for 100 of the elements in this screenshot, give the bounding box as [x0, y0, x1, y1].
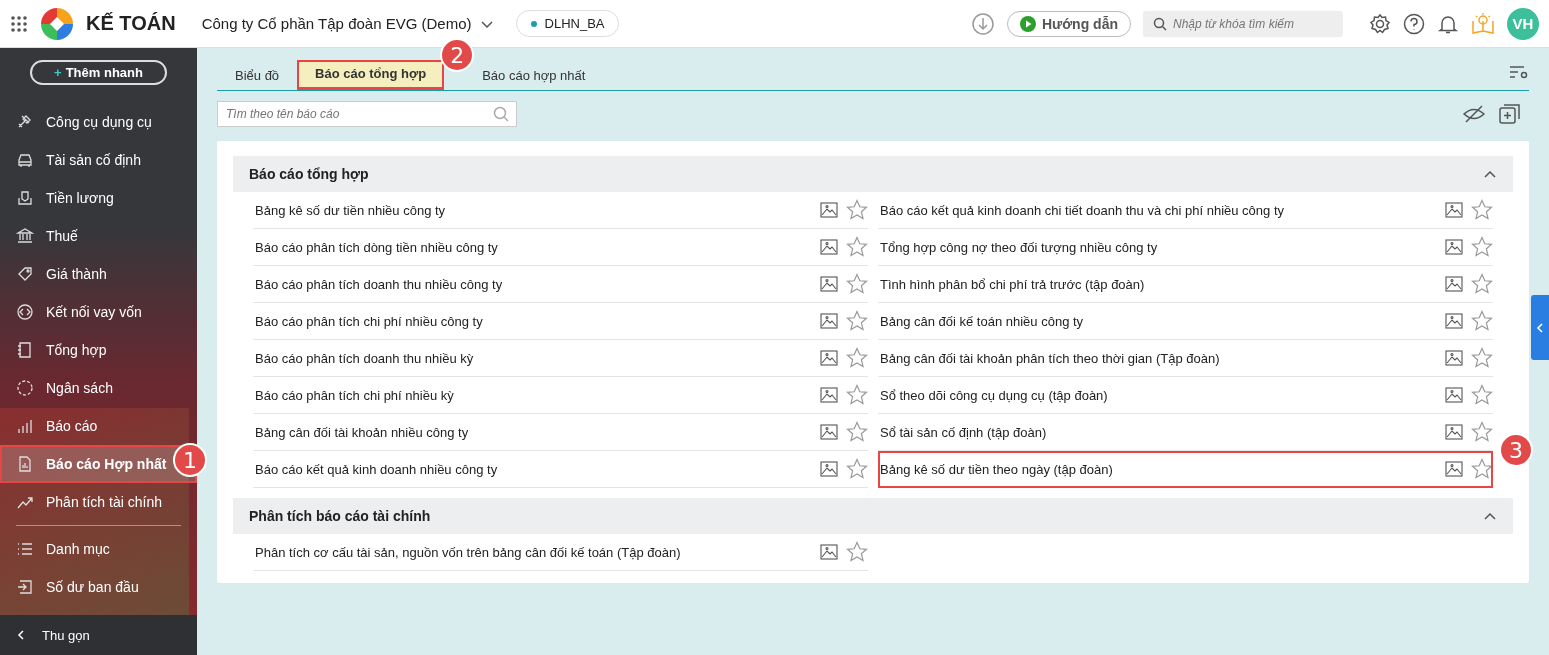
star-icon[interactable] [846, 310, 868, 332]
star-icon[interactable] [1471, 347, 1493, 369]
sidebar-item[interactable]: Công cụ dụng cụ [0, 103, 197, 141]
star-icon[interactable] [1471, 310, 1493, 332]
menu-icon [16, 379, 34, 397]
menu-icon [16, 151, 34, 169]
star-icon[interactable] [846, 236, 868, 258]
report-name[interactable]: Báo cáo phân tích chi phí nhiều kỳ [255, 387, 812, 403]
guide-button[interactable]: Hướng dẫn [1006, 10, 1131, 37]
report-name[interactable]: Sổ theo dõi công cụ dụng cụ (tập đoàn) [880, 387, 1437, 403]
menu-icon [16, 341, 34, 359]
star-icon[interactable] [1471, 458, 1493, 480]
app-grid-icon[interactable] [10, 14, 28, 33]
report-name[interactable]: Bảng kê số dư tiền theo ngày (tập đoàn) [880, 461, 1437, 477]
report-name[interactable]: Báo cáo phân tích doanh thu nhiều kỳ [255, 350, 812, 366]
report-name[interactable]: Tình hình phân bổ chi phí trả trước (tập đoàn) [880, 276, 1437, 292]
play-icon [1019, 15, 1036, 32]
sidebar-item[interactable]: Phân tích tài chính [0, 483, 197, 521]
image-icon[interactable] [1445, 424, 1463, 440]
report-name[interactable]: Báo cáo kết quả kinh doanh nhiều công ty [255, 461, 812, 477]
chevron-left-icon [16, 630, 26, 640]
add-copy-icon[interactable] [1499, 103, 1521, 125]
search-icon [493, 106, 509, 122]
sidebar-item[interactable]: Tiền lương [0, 179, 197, 217]
image-icon[interactable] [1445, 461, 1463, 477]
star-icon[interactable] [846, 273, 868, 295]
report-name[interactable]: Tổng hợp công nợ theo đối tượng nhiều công ty [880, 239, 1437, 255]
image-icon[interactable] [820, 313, 838, 329]
star-icon[interactable] [1471, 273, 1493, 295]
logo-icon [40, 6, 74, 41]
sidebar-item[interactable]: Tổng hợp [0, 331, 197, 369]
image-icon[interactable] [1445, 276, 1463, 292]
help-icon[interactable] [1403, 12, 1425, 35]
company-name[interactable]: Công ty Cổ phần Tập đoàn EVG (Demo) [201, 15, 472, 32]
image-icon[interactable] [1445, 202, 1463, 218]
quick-add-button[interactable]: + Thêm nhanh [30, 60, 167, 85]
star-icon[interactable] [1471, 236, 1493, 258]
star-icon[interactable] [1471, 384, 1493, 406]
report-name[interactable]: Báo cáo phân tích doanh thu nhiều công ty [255, 276, 812, 292]
sidebar-item[interactable]: Tài sản cố định [0, 141, 197, 179]
filter-settings-icon[interactable] [1509, 64, 1529, 80]
image-icon[interactable] [820, 239, 838, 255]
download-icon[interactable] [970, 11, 995, 36]
menu-icon [16, 455, 34, 473]
star-icon[interactable] [846, 458, 868, 480]
collapse-button[interactable]: Thu gọn [0, 615, 197, 655]
chevron-icon [1483, 511, 1497, 521]
report-name[interactable]: Phân tích cơ cấu tài sản, nguồn vốn trên bảng cân đối kế toán (Tập đoàn) [255, 544, 812, 560]
menu-icon [16, 578, 34, 596]
menu-icon [16, 540, 34, 558]
image-icon[interactable] [820, 544, 838, 560]
menu-icon [16, 265, 34, 283]
sidebar-item[interactable]: Danh mục [0, 530, 197, 568]
settings-icon[interactable] [1369, 12, 1391, 35]
tab[interactable]: Biểu đồ [217, 60, 298, 90]
star-icon[interactable] [846, 347, 868, 369]
menu-icon [16, 189, 34, 207]
star-icon[interactable] [846, 541, 868, 563]
menu-icon [16, 417, 34, 435]
star-icon[interactable] [846, 384, 868, 406]
image-icon[interactable] [1445, 350, 1463, 366]
tab[interactable]: Báo cáo tổng hợp [297, 60, 445, 90]
image-icon[interactable] [1445, 239, 1463, 255]
section-header[interactable]: Báo cáo tổng hợp [233, 156, 1513, 192]
report-name[interactable]: Báo cáo phân tích chi phí nhiều công ty [255, 313, 812, 329]
star-icon[interactable] [846, 421, 868, 443]
sidebar-item[interactable]: Báo cáo [0, 407, 197, 445]
sidebar-item[interactable]: Thuế [0, 217, 197, 255]
sidebar-item[interactable]: Số dư ban đầu [0, 568, 197, 606]
image-icon[interactable] [820, 424, 838, 440]
star-icon[interactable] [1471, 199, 1493, 221]
report-name[interactable]: Báo cáo kết quả kinh doanh chi tiết doanh thu và chi phí nhiều công ty [880, 202, 1437, 218]
search-icon [1153, 16, 1167, 31]
image-icon[interactable] [820, 202, 838, 218]
image-icon[interactable] [820, 276, 838, 292]
star-icon[interactable] [1471, 421, 1493, 443]
sidebar-item[interactable]: Kết nối vay vốn [0, 293, 197, 331]
report-name[interactable]: Báo cáo phân tích dòng tiền nhiều công ty [255, 239, 812, 255]
report-search-field[interactable]: Tìm theo tên báo cáo [217, 101, 517, 127]
search-field[interactable]: Nhập từ khóa tìm kiếm [1143, 10, 1343, 37]
app-name: KẾ TOÁN [86, 12, 176, 35]
image-icon[interactable] [820, 461, 838, 477]
report-name[interactable]: Sổ tài sản cố định (tập đoàn) [880, 424, 1437, 440]
report-name[interactable]: Bảng cân đối kế toán nhiều công ty [880, 313, 1437, 329]
image-icon[interactable] [1445, 313, 1463, 329]
callout-badge: 1 [173, 443, 207, 477]
callout-badge: 3 [1499, 433, 1533, 467]
report-name[interactable]: Bảng cân đối tài khoản nhiều công ty [255, 424, 812, 440]
image-icon[interactable] [820, 387, 838, 403]
report-name[interactable]: Bảng kê số dư tiền nhiều công ty [255, 202, 812, 218]
hide-icon[interactable] [1463, 105, 1485, 123]
image-icon[interactable] [820, 350, 838, 366]
image-icon[interactable] [1445, 387, 1463, 403]
chevron-icon [1483, 169, 1497, 179]
chevron-left-icon [1536, 322, 1544, 333]
section-header[interactable]: Phân tích báo cáo tài chính [233, 498, 1513, 534]
report-name[interactable]: Bảng cân đối tài khoản phân tích theo thời gian (Tập đoàn) [880, 350, 1437, 366]
star-icon[interactable] [846, 199, 868, 221]
sidebar-item[interactable]: Giá thành [0, 255, 197, 293]
sidebar-item[interactable]: Ngân sách [0, 369, 197, 407]
